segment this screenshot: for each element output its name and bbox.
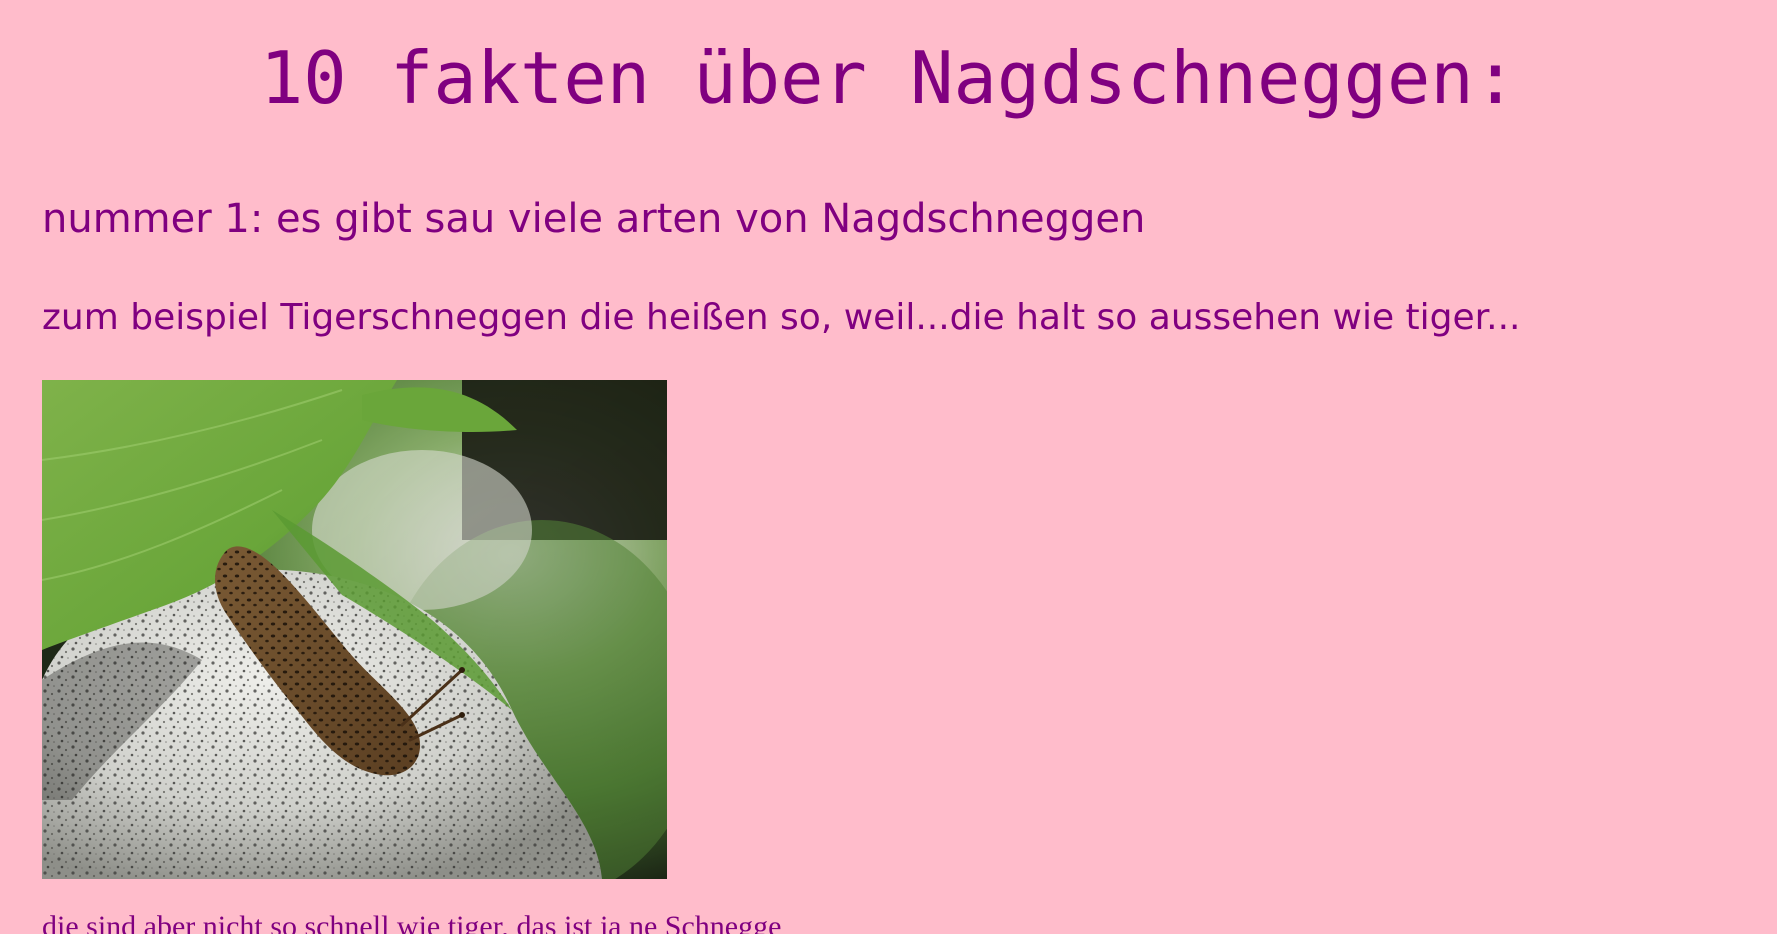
fact-1-heading: nummer 1: es gibt sau viele arten von Na…: [42, 196, 1146, 242]
fact-1-example-text: zum beispiel Tigerschneggen die heißen s…: [42, 297, 1521, 338]
fact-1-follow-up-text: die sind aber nicht so schnell wie tiger…: [42, 910, 782, 934]
page-title: 10 fakten über Nagdschneggen:: [259, 36, 1518, 120]
tiger-slug-photo: [42, 380, 667, 879]
